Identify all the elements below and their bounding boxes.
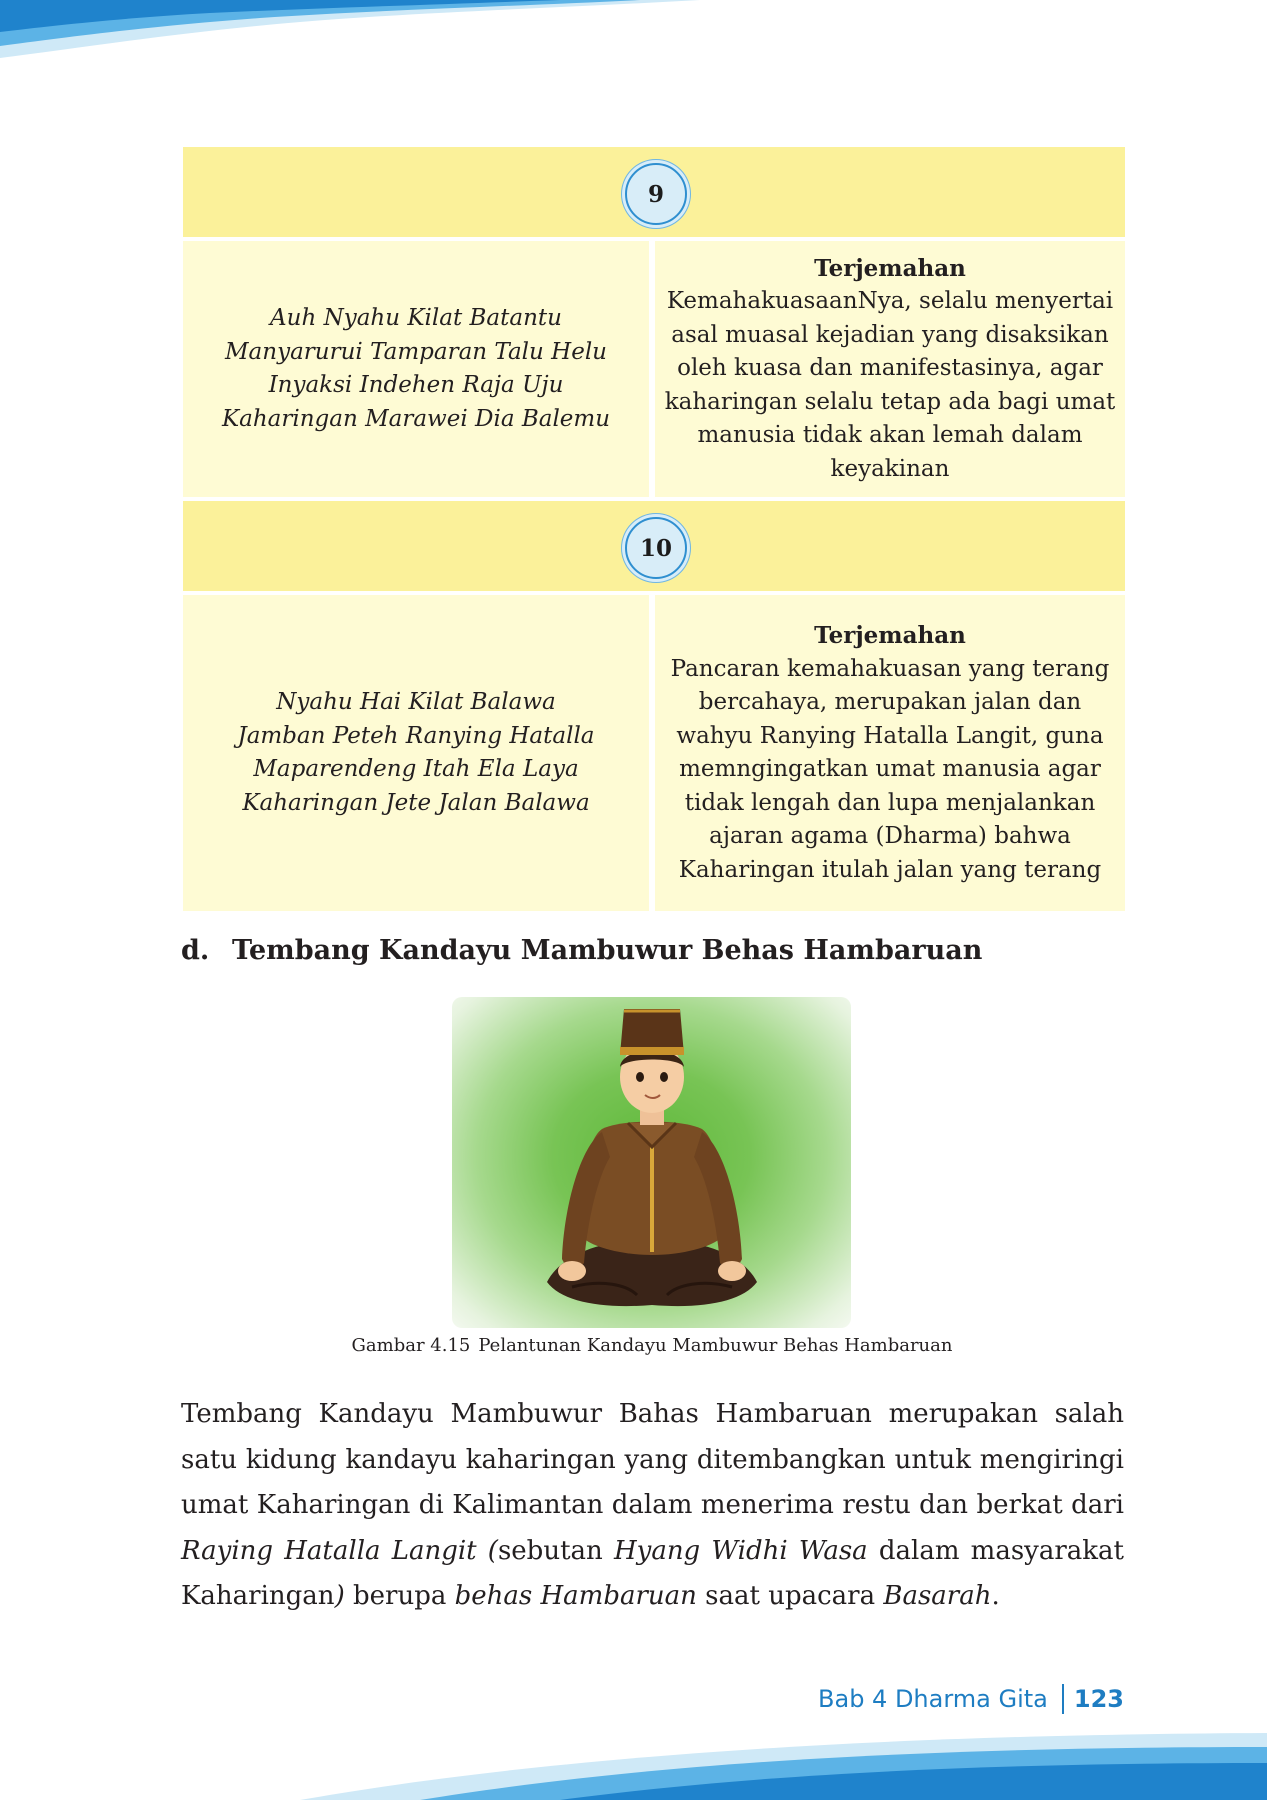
top-wave-decoration [0,0,700,58]
translation-cell: Terjemahan KemahakuasaanNya, selalu meny… [655,241,1125,497]
translation-line: kaharingan selalu tetap ada bagi umat [664,388,1116,415]
translation-line: asal muasal kejadian yang disaksikan [671,321,1109,348]
translation-line: keyakinan [830,455,950,482]
figure-seated-singer-illustration [452,997,851,1328]
paragraph-text: saat upacara [696,1581,884,1611]
verse-row: Nyahu Hai Kilat Balawa Jamban Peteh Rany… [183,595,1125,911]
section-heading: d. Tembang Kandayu Mambuwur Behas Hambaru… [181,935,982,966]
verse-lyrics-cell: Nyahu Hai Kilat Balawa Jamban Peteh Rany… [183,595,649,911]
translation-line: Pancaran kemahakuasan yang terang [670,655,1110,682]
translation-line: oleh kuasa dan manifestasinya, agar [677,355,1103,382]
verse-table: 9 Auh Nyahu Kilat Batantu Manyarurui Tam… [183,147,1125,915]
translation-line: bercahaya, merupakan jalan dan [698,689,1082,715]
lyric-line: Nyahu Hai Kilat Balawa [276,689,556,715]
paragraph-italic-text: behas Hambaruan [454,1581,697,1611]
paragraph-italic-text: ) [334,1581,345,1611]
figure-caption: Gambar 4.15 Pelantunan Kandayu Mambuwur B… [181,1335,1123,1356]
paragraph-text: Tembang Kandayu Mambuwur Bahas Hambaruan… [181,1399,1124,1520]
translation-title: Terjemahan [814,622,966,649]
lyric-line: Kaharingan Jete Jalan Balawa [242,789,590,816]
translation-title: Terjemahan [814,254,966,282]
seated-man-illustration [547,1009,757,1307]
bottom-wave-decoration [300,1733,1267,1800]
translation-line: wahyu Ranying Hatalla Langit, guna [676,722,1104,749]
verse-number-band: 10 [183,501,1125,591]
verse-number-band: 9 [183,147,1125,237]
lyric-line: Jamban Peteh Ranying Hatalla [237,722,595,749]
section-letter: d. [181,935,210,966]
verse-row: Auh Nyahu Kilat Batantu Manyarurui Tampa… [183,241,1125,497]
caption-text: Pelantunan Kandayu Mambuwur Behas Hambar… [478,1335,953,1356]
lyric-line: Maparendeng Itah Ela Laya [253,756,579,782]
lyric-line: Kaharingan Marawei Dia Balemu [221,405,611,432]
lyric-line: Manyarurui Tamparan Talu Helu [225,338,607,365]
translation-line: Kaharingan itulah jalan yang terang [678,856,1102,883]
verse-number-badge: 10 [625,517,687,579]
lyric-line: Inyaksi Indehen Raja Uju [268,372,564,398]
caption-label: Gambar 4.15 [351,1335,471,1356]
translation-cell: Terjemahan Pancaran kemahakuasan yang te… [655,595,1125,911]
paragraph-italic-text: Raying Hatalla Langit ( [181,1535,498,1566]
translation-line: tidak lengah dan lupa menjalankan [684,789,1096,816]
body-paragraph: Tembang Kandayu Mambuwur Bahas Hambaruan… [181,1392,1124,1620]
translation-line: memngingatkan umat manusia agar [679,756,1101,782]
paragraph-text: . [991,1581,1000,1611]
section-title: Tembang Kandayu Mambuwur Behas Hambaruan [232,935,983,966]
translation-line: ajaran agama (Dharma) bahwa [709,823,1071,849]
verse-lyrics-cell: Auh Nyahu Kilat Batantu Manyarurui Tampa… [183,241,649,497]
verse-number-badge: 9 [625,163,687,225]
paragraph-italic-text: Basarah [883,1581,992,1611]
lyric-line: Auh Nyahu Kilat Batantu [270,305,562,331]
translation-line: KemahakuasaanNya, selalu menyertai [666,288,1114,315]
paragraph-text: sebutan [497,1535,614,1566]
paragraph-text: berupa [344,1581,455,1611]
translation-line: manusia tidak akan lemah dalam [697,422,1083,449]
paragraph-italic-text: Hyang Widhi Wasa [613,1535,868,1566]
